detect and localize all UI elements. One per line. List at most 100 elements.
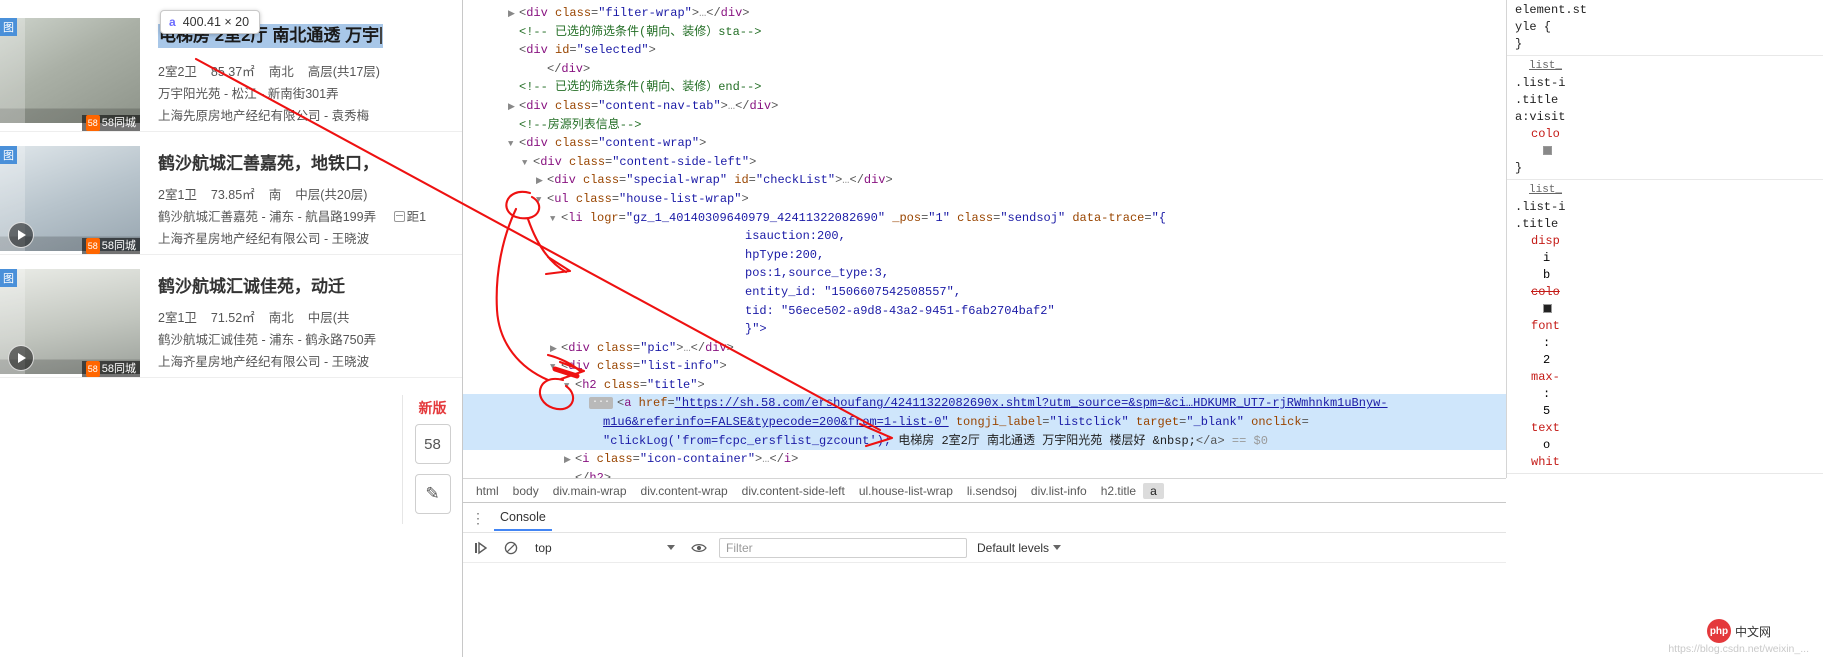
console-toolbar[interactable]: top Filter Default levels [463,533,1506,563]
play-icon[interactable] [8,222,34,248]
css-declaration[interactable]: text [1515,420,1823,437]
css-selector: .list-i [1515,200,1566,214]
listing-community-line[interactable]: 万宇阳光苑 - 松江 - 新南街301弄 [158,83,454,105]
twisty-collapsed-icon[interactable]: ▶ [508,98,517,117]
twisty-collapsed-icon[interactable]: ▶ [564,451,573,470]
app-download-icon[interactable]: 58 [414,424,451,464]
dom-node-row[interactable]: ▶ <div class="pic">…</div> [463,339,1506,358]
breadcrumb-item[interactable]: body [506,483,546,499]
listing-community-line[interactable]: 鹤沙航城汇善嘉苑 - 浦东 - 航昌路199弄 距1 [158,206,454,228]
listing-thumbnail[interactable]: 图 58 58同城 [0,18,140,131]
list-item[interactable]: 图 58 58同城 鹤沙航城汇善嘉苑，地铁口， 2室1卫 73.85㎡南中层(共2… [0,132,462,255]
breadcrumb-item[interactable]: div.main-wrap [546,483,634,499]
css-source-link[interactable]: list_ [1515,182,1823,199]
node-overflow-dots[interactable]: ··· [589,397,614,410]
execution-context-selector[interactable]: top [531,538,679,558]
execute-icon[interactable] [471,538,491,558]
twisty-expanded-icon[interactable]: ▼ [564,377,573,396]
css-declaration-disabled[interactable]: colo [1515,284,1823,301]
log-levels-selector[interactable]: Default levels [977,541,1062,555]
twisty-collapsed-icon[interactable]: ▶ [508,5,517,24]
dom-selected-node-row[interactable]: ··· <a href="https://sh.58.com/ershoufang… [463,394,1506,414]
breadcrumb-item[interactable]: div.content-side-left [735,483,852,499]
eye-icon[interactable] [689,538,709,558]
breadcrumb-item[interactable]: ul.house-list-wrap [852,483,960,499]
dom-node-row[interactable]: ▼ <div class="content-wrap"> [463,134,1506,153]
photo-tag: 图 [0,146,17,164]
color-swatch[interactable] [1543,146,1552,155]
dom-attribute-value-line: hpType:200, [745,247,825,262]
dom-node-row[interactable]: </div> [463,60,1506,79]
css-declaration[interactable]: font [1515,318,1823,335]
dom-node-row[interactable]: ▼ <ul class="house-list-wrap"> [463,190,1506,209]
dom-node-row[interactable]: <!-- 已选的筛选条件(朝向、装修）sta--> [463,23,1506,42]
console-filter-input[interactable]: Filter [719,537,967,558]
dom-node-row[interactable]: ▶ <div class="special-wrap" id="checkList… [463,171,1506,190]
css-rule-block[interactable]: list_ .list-i .title a:visit colo } [1507,56,1823,180]
css-property-name: disp [1531,234,1560,248]
dom-selected-node-row-cont[interactable]: m1u6&referinfo=FALSE&typecode=200&from=1… [463,413,1506,432]
dom-node-row[interactable]: ▼ <h2 class="title"> [463,376,1506,395]
twisty-collapsed-icon[interactable]: ▶ [536,172,545,191]
twisty-expanded-icon[interactable]: ▼ [522,154,531,173]
elements-panel[interactable]: ▶ <div class="filter-wrap">…</div> <!-- 已选… [463,0,1506,478]
inspected-page[interactable]: 图 58 58同城 电梯房 2室2厅 南北通透 万宇 2室2卫 85.37㎡ 南北高… [0,0,462,657]
drawer-tabbar[interactable]: ⋮ Console [463,503,1506,533]
console-drawer[interactable]: ⋮ Console top Filter Default levels [463,502,1506,657]
dom-node-row[interactable]: </h2> [463,469,1506,478]
listing-community-line[interactable]: 鹤沙航城汇诚佳苑 - 浦东 - 鹤永路750弄 [158,329,454,351]
dom-tree[interactable]: ▶ <div class="filter-wrap">…</div> <!-- 已选… [463,0,1506,478]
breadcrumb-item[interactable]: a [1143,482,1164,499]
css-rule-block[interactable]: list_ .list-i .title disp i b colo font … [1507,180,1823,474]
listing-thumbnail[interactable]: 图 58 58同城 [0,146,140,254]
listing-title[interactable]: 鹤沙航城汇诚佳苑，动迁 [158,275,454,299]
twisty-expanded-icon[interactable]: ▼ [550,358,559,377]
play-icon[interactable] [8,345,34,371]
dom-node-row[interactable]: <!--房源列表信息--> [463,116,1506,135]
breadcrumb-item[interactable]: div.list-info [1024,483,1094,499]
devtools-window[interactable]: ▶ <div class="filter-wrap">…</div> <!-- 已选… [462,0,1823,657]
tab-console[interactable]: Console [494,505,552,531]
color-swatch[interactable] [1543,304,1552,313]
css-rule-block[interactable]: element.st yle { } [1507,0,1823,56]
styles-sidebar[interactable]: element.st yle { } list_ .list-i .title … [1506,0,1823,478]
breadcrumb[interactable]: html body div.main-wrap div.content-wrap div… [463,478,1506,502]
dom-node-row[interactable]: ▼ <div class="content-side-left"> [463,153,1506,172]
breadcrumb-item[interactable]: li.sendsoj [960,483,1024,499]
list-item[interactable]: 图 58 58同城 鹤沙航城汇诚佳苑，动迁 2室1卫 71.52㎡ 南北 中层(共 鹤… [0,255,462,378]
page-side-rail[interactable]: 新版 58 ✎ [402,395,462,524]
css-declaration[interactable]: colo [1515,126,1823,143]
dom-node-row[interactable]: ▶ <i class="icon-container">…</i> [463,450,1506,469]
chevron-down-icon [1053,545,1062,550]
new-version-label[interactable]: 新版 [419,395,447,424]
breadcrumb-item[interactable]: h2.title [1094,483,1143,499]
css-declaration-colon: : [1543,387,1551,401]
listing-info: 鹤沙航城汇诚佳苑，动迁 2室1卫 71.52㎡ 南北 中层(共 鹤沙航城汇诚佳苑 - … [140,269,462,377]
anchor-href-value: "https://sh.58.com/ershoufang/4241132208… [674,396,1388,411]
clear-console-icon[interactable] [501,538,521,558]
twisty-collapsed-icon[interactable]: ▶ [550,340,559,359]
css-declaration[interactable]: max- [1515,369,1823,386]
breadcrumb-item[interactable]: div.content-wrap [634,483,735,499]
dom-node-row[interactable]: ▼ <li logr="gz_1_40140309640979_424113220… [463,209,1506,228]
breadcrumb-item[interactable]: html [469,483,506,499]
listing-thumbnail[interactable]: 图 58 58同城 [0,269,140,377]
listing-spec-line: 2室2卫 85.37㎡ 南北 高层(共17层) [158,61,454,83]
css-declaration-value: i [1543,251,1551,265]
dom-node-row[interactable]: ▶ <div class="filter-wrap">…</div> [463,4,1506,23]
css-declaration[interactable]: whit [1515,454,1823,471]
feedback-pencil-icon[interactable]: ✎ [414,474,451,514]
listing-title[interactable]: 鹤沙航城汇善嘉苑，地铁口， [158,152,454,176]
twisty-expanded-icon[interactable]: ▼ [536,191,545,210]
twisty-expanded-icon[interactable]: ▼ [550,210,559,229]
dom-node-row[interactable]: ▶ <div class="content-nav-tab">…</div> [463,97,1506,116]
drawer-more-icon[interactable]: ⋮ [471,511,486,525]
twisty-expanded-icon[interactable]: ▼ [508,135,517,154]
dom-node-row[interactable]: <div id="selected"> [463,41,1506,60]
dom-node-row[interactable]: <!-- 已选的筛选条件(朝向、装修）end--> [463,78,1506,97]
css-rule-close: } [1515,161,1523,175]
css-source-link[interactable]: list_ [1515,58,1823,75]
css-declaration[interactable]: disp [1515,233,1823,250]
dom-node-row[interactable]: ▼ <div class="list-info"> [463,357,1506,376]
dom-selected-node-row-cont2[interactable]: "clickLog('from=fcpc_ersflist_gzcount');… [463,431,1506,451]
